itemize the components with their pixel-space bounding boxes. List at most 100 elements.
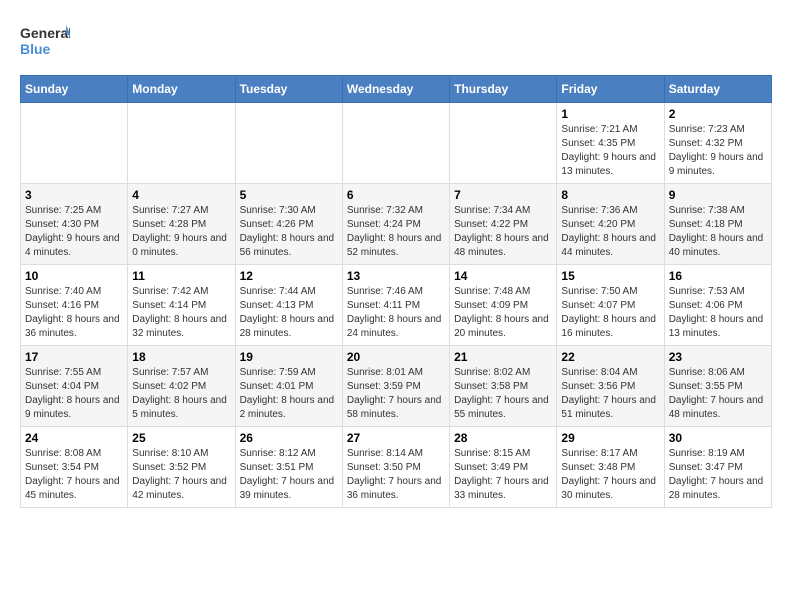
calendar-day-cell: 4 Sunrise: 7:27 AM Sunset: 4:28 PM Daylig… — [128, 184, 235, 265]
calendar-week-row: 17 Sunrise: 7:55 AM Sunset: 4:04 PM Dayli… — [21, 346, 772, 427]
day-number: 11 — [132, 269, 230, 283]
calendar-day-cell: 8Sunrise: 7:36 AM Sunset: 4:20 PM Daylig… — [557, 184, 664, 265]
day-info: Sunrise: 7:38 AM Sunset: 4:18 PM Dayligh… — [669, 204, 767, 260]
weekday-header-cell: Tuesday — [235, 76, 342, 103]
day-number: 19 — [240, 350, 338, 364]
calendar-day-cell: 19 Sunrise: 7:59 AM Sunset: 4:01 PM Dayli… — [235, 346, 342, 427]
calendar-day-cell — [235, 103, 342, 184]
calendar-day-cell — [128, 103, 235, 184]
day-number: 8 — [561, 188, 659, 202]
day-number: 1 — [561, 107, 659, 121]
day-info: Sunrise: 8:08 AM Sunset: 3:54 PM Dayligh… — [25, 447, 123, 503]
calendar-day-cell: 22 Sunrise: 8:04 AM Sunset: 3:56 PM Dayli… — [557, 346, 664, 427]
calendar-body: 1 Sunrise: 7:21 AM Sunset: 4:35 PM Daylig… — [21, 103, 772, 508]
day-number: 12 — [240, 269, 338, 283]
calendar-day-cell: 2 Sunrise: 7:23 AM Sunset: 4:32 PM Daylig… — [664, 103, 771, 184]
day-number: 5 — [240, 188, 338, 202]
day-number: 6 — [347, 188, 445, 202]
calendar-day-cell: 6 Sunrise: 7:32 AM Sunset: 4:24 PM Daylig… — [342, 184, 449, 265]
day-number: 3 — [25, 188, 123, 202]
calendar-day-cell: 15 Sunrise: 7:50 AM Sunset: 4:07 PM Dayli… — [557, 265, 664, 346]
calendar-day-cell — [342, 103, 449, 184]
calendar-day-cell: 21 Sunrise: 8:02 AM Sunset: 3:58 PM Dayli… — [450, 346, 557, 427]
calendar-week-row: 24Sunrise: 8:08 AM Sunset: 3:54 PM Dayli… — [21, 427, 772, 508]
weekday-header-cell: Friday — [557, 76, 664, 103]
day-info: Sunrise: 7:40 AM Sunset: 4:16 PM Dayligh… — [25, 285, 123, 341]
day-info: Sunrise: 7:59 AM Sunset: 4:01 PM Dayligh… — [240, 366, 338, 422]
weekday-header-cell: Monday — [128, 76, 235, 103]
day-info: Sunrise: 7:44 AM Sunset: 4:13 PM Dayligh… — [240, 285, 338, 341]
logo: General Blue — [20, 20, 70, 65]
day-info: Sunrise: 8:19 AM Sunset: 3:47 PM Dayligh… — [669, 447, 767, 503]
day-number: 14 — [454, 269, 552, 283]
day-info: Sunrise: 7:57 AM Sunset: 4:02 PM Dayligh… — [132, 366, 230, 422]
calendar-week-row: 3 Sunrise: 7:25 AM Sunset: 4:30 PM Daylig… — [21, 184, 772, 265]
calendar-day-cell: 9 Sunrise: 7:38 AM Sunset: 4:18 PM Daylig… — [664, 184, 771, 265]
header: General Blue — [20, 20, 772, 65]
calendar-day-cell: 24Sunrise: 8:08 AM Sunset: 3:54 PM Dayli… — [21, 427, 128, 508]
weekday-header-cell: Wednesday — [342, 76, 449, 103]
day-info: Sunrise: 8:04 AM Sunset: 3:56 PM Dayligh… — [561, 366, 659, 422]
day-info: Sunrise: 7:25 AM Sunset: 4:30 PM Dayligh… — [25, 204, 123, 260]
weekday-header-cell: Sunday — [21, 76, 128, 103]
calendar-day-cell: 28Sunrise: 8:15 AM Sunset: 3:49 PM Dayli… — [450, 427, 557, 508]
day-number: 7 — [454, 188, 552, 202]
day-number: 15 — [561, 269, 659, 283]
calendar-day-cell: 11 Sunrise: 7:42 AM Sunset: 4:14 PM Dayli… — [128, 265, 235, 346]
day-info: Sunrise: 7:27 AM Sunset: 4:28 PM Dayligh… — [132, 204, 230, 260]
day-number: 21 — [454, 350, 552, 364]
calendar-day-cell: 3 Sunrise: 7:25 AM Sunset: 4:30 PM Daylig… — [21, 184, 128, 265]
day-number: 20 — [347, 350, 445, 364]
day-info: Sunrise: 8:15 AM Sunset: 3:49 PM Dayligh… — [454, 447, 552, 503]
calendar-day-cell: 30Sunrise: 8:19 AM Sunset: 3:47 PM Dayli… — [664, 427, 771, 508]
day-number: 25 — [132, 431, 230, 445]
calendar-day-cell: 25 Sunrise: 8:10 AM Sunset: 3:52 PM Dayli… — [128, 427, 235, 508]
calendar-week-row: 1 Sunrise: 7:21 AM Sunset: 4:35 PM Daylig… — [21, 103, 772, 184]
day-number: 17 — [25, 350, 123, 364]
calendar-day-cell: 23 Sunrise: 8:06 AM Sunset: 3:55 PM Dayli… — [664, 346, 771, 427]
day-number: 9 — [669, 188, 767, 202]
calendar-day-cell: 17 Sunrise: 7:55 AM Sunset: 4:04 PM Dayli… — [21, 346, 128, 427]
calendar-day-cell: 26 Sunrise: 8:12 AM Sunset: 3:51 PM Dayli… — [235, 427, 342, 508]
day-info: Sunrise: 8:02 AM Sunset: 3:58 PM Dayligh… — [454, 366, 552, 422]
day-number: 22 — [561, 350, 659, 364]
day-info: Sunrise: 7:42 AM Sunset: 4:14 PM Dayligh… — [132, 285, 230, 341]
day-info: Sunrise: 8:17 AM Sunset: 3:48 PM Dayligh… — [561, 447, 659, 503]
day-info: Sunrise: 7:53 AM Sunset: 4:06 PM Dayligh… — [669, 285, 767, 341]
day-number: 26 — [240, 431, 338, 445]
weekday-header-cell: Saturday — [664, 76, 771, 103]
calendar-day-cell: 18 Sunrise: 7:57 AM Sunset: 4:02 PM Dayli… — [128, 346, 235, 427]
day-number: 4 — [132, 188, 230, 202]
calendar-day-cell: 10Sunrise: 7:40 AM Sunset: 4:16 PM Dayli… — [21, 265, 128, 346]
svg-text:General: General — [20, 25, 70, 41]
day-info: Sunrise: 8:10 AM Sunset: 3:52 PM Dayligh… — [132, 447, 230, 503]
calendar-day-cell: 1 Sunrise: 7:21 AM Sunset: 4:35 PM Daylig… — [557, 103, 664, 184]
day-info: Sunrise: 8:06 AM Sunset: 3:55 PM Dayligh… — [669, 366, 767, 422]
calendar-day-cell: 13 Sunrise: 7:46 AM Sunset: 4:11 PM Dayli… — [342, 265, 449, 346]
day-info: Sunrise: 7:30 AM Sunset: 4:26 PM Dayligh… — [240, 204, 338, 260]
day-number: 23 — [669, 350, 767, 364]
day-info: Sunrise: 7:34 AM Sunset: 4:22 PM Dayligh… — [454, 204, 552, 260]
day-info: Sunrise: 7:55 AM Sunset: 4:04 PM Dayligh… — [25, 366, 123, 422]
day-info: Sunrise: 7:23 AM Sunset: 4:32 PM Dayligh… — [669, 123, 767, 179]
day-number: 13 — [347, 269, 445, 283]
calendar: SundayMondayTuesdayWednesdayThursdayFrid… — [20, 75, 772, 508]
day-info: Sunrise: 7:48 AM Sunset: 4:09 PM Dayligh… — [454, 285, 552, 341]
day-info: Sunrise: 7:50 AM Sunset: 4:07 PM Dayligh… — [561, 285, 659, 341]
day-info: Sunrise: 8:14 AM Sunset: 3:50 PM Dayligh… — [347, 447, 445, 503]
calendar-day-cell: 16Sunrise: 7:53 AM Sunset: 4:06 PM Dayli… — [664, 265, 771, 346]
day-info: Sunrise: 7:46 AM Sunset: 4:11 PM Dayligh… — [347, 285, 445, 341]
day-number: 2 — [669, 107, 767, 121]
calendar-week-row: 10Sunrise: 7:40 AM Sunset: 4:16 PM Dayli… — [21, 265, 772, 346]
calendar-day-cell — [450, 103, 557, 184]
calendar-day-cell: 5 Sunrise: 7:30 AM Sunset: 4:26 PM Daylig… — [235, 184, 342, 265]
day-info: Sunrise: 7:21 AM Sunset: 4:35 PM Dayligh… — [561, 123, 659, 179]
calendar-day-cell: 14 Sunrise: 7:48 AM Sunset: 4:09 PM Dayli… — [450, 265, 557, 346]
day-number: 18 — [132, 350, 230, 364]
calendar-day-cell — [21, 103, 128, 184]
logo-svg: General Blue — [20, 20, 70, 65]
day-info: Sunrise: 8:12 AM Sunset: 3:51 PM Dayligh… — [240, 447, 338, 503]
calendar-day-cell: 7 Sunrise: 7:34 AM Sunset: 4:22 PM Daylig… — [450, 184, 557, 265]
day-info: Sunrise: 7:32 AM Sunset: 4:24 PM Dayligh… — [347, 204, 445, 260]
calendar-day-cell: 27Sunrise: 8:14 AM Sunset: 3:50 PM Dayli… — [342, 427, 449, 508]
